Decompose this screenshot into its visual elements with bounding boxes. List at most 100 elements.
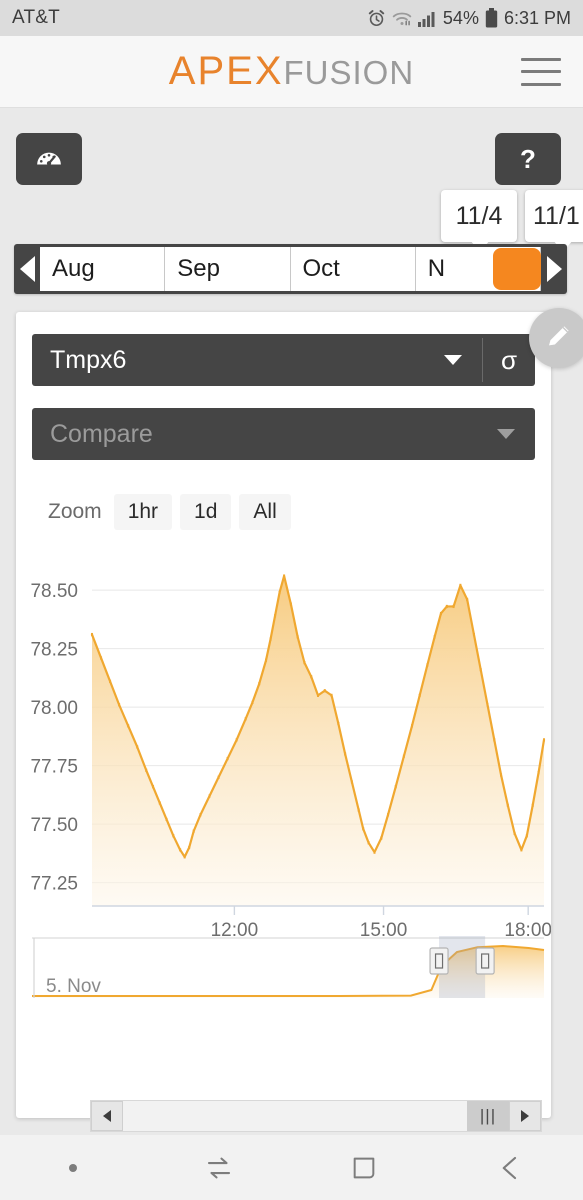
date-badge[interactable]: 11/4 <box>441 190 517 242</box>
compare-select-placeholder: Compare <box>50 419 153 448</box>
data-point <box>192 829 195 833</box>
data-point <box>337 721 340 726</box>
zoom-label: Zoom <box>48 500 102 523</box>
data-point <box>296 635 299 639</box>
month-range-handle[interactable] <box>493 248 541 290</box>
brand-secondary-label: FUSION <box>283 54 415 91</box>
month-next-button[interactable] <box>541 244 567 294</box>
data-point <box>158 801 161 805</box>
data-point <box>226 756 229 761</box>
data-point <box>439 611 442 616</box>
android-status-bar: AT&T 54% 6:31 PM <box>0 0 583 36</box>
data-point <box>91 632 93 637</box>
data-point <box>100 656 103 660</box>
compare-select[interactable]: Compare <box>32 408 535 460</box>
zoom-controls: Zoom 1hr 1d All <box>48 494 551 530</box>
data-point <box>283 574 286 578</box>
data-point <box>486 703 489 707</box>
data-point <box>506 803 509 807</box>
data-point <box>118 703 121 707</box>
hamburger-icon[interactable] <box>521 57 561 86</box>
recents-icon[interactable] <box>146 1153 292 1183</box>
month-range-selector: Aug Sep Oct N <box>14 244 567 294</box>
data-point <box>251 700 254 705</box>
edit-fab-button[interactable] <box>529 308 583 368</box>
data-point <box>136 745 139 749</box>
data-point <box>244 717 247 721</box>
date-badge[interactable]: 11/1 <box>525 190 583 242</box>
data-point <box>452 604 455 609</box>
scroll-right-button[interactable] <box>509 1101 541 1131</box>
data-point <box>188 845 191 850</box>
data-point <box>445 604 448 609</box>
arrow-right-icon <box>521 1110 529 1122</box>
data-point <box>433 635 436 639</box>
date-badge-group: 11/4 11/1 <box>0 190 583 252</box>
help-label: ? <box>520 144 536 174</box>
data-point <box>513 831 516 836</box>
data-point <box>344 752 347 756</box>
app-logo: APEX FUSION <box>169 49 414 94</box>
clock-label: 6:31 PM <box>503 7 571 28</box>
data-point <box>362 827 365 831</box>
zoom-button-all[interactable]: All <box>239 494 291 530</box>
y-axis-tick-label: 77.25 <box>30 874 78 895</box>
chevron-down-icon <box>497 429 515 439</box>
dot-icon[interactable] <box>0 1161 146 1175</box>
home-icon[interactable] <box>292 1154 438 1182</box>
scrollbar-thumb[interactable]: ||| <box>467 1101 509 1131</box>
app-header: APEX FUSION <box>0 36 583 108</box>
data-point <box>459 583 462 588</box>
y-axis-tick-label: 78.00 <box>30 698 78 719</box>
data-point <box>152 785 155 789</box>
data-point <box>380 836 383 840</box>
data-point <box>172 834 175 838</box>
month-cell-oct[interactable]: Oct <box>291 247 416 291</box>
data-point <box>479 668 482 672</box>
probe-select[interactable]: Tmpx6 σ <box>32 334 535 386</box>
month-prev-button[interactable] <box>14 244 40 294</box>
month-cell-sep[interactable]: Sep <box>165 247 291 291</box>
signal-icon <box>417 10 437 27</box>
data-point <box>274 614 277 618</box>
data-point <box>323 689 326 693</box>
data-point <box>145 768 148 772</box>
data-point <box>373 850 376 854</box>
data-point <box>418 693 421 697</box>
data-point <box>109 679 112 683</box>
data-point <box>303 661 306 665</box>
chart-area[interactable]: 78.50 78.25 78.00 77.75 77.50 77.25 12:00 15:00… <box>16 546 551 1016</box>
data-point <box>367 841 370 845</box>
data-point <box>543 738 545 742</box>
probe-select-value: Tmpx6 <box>50 345 127 374</box>
data-point <box>531 803 534 807</box>
data-point <box>537 771 540 775</box>
data-point <box>493 738 496 742</box>
data-point <box>289 602 292 606</box>
y-axis-tick-label: 78.25 <box>30 640 78 661</box>
navigator-scrollbar[interactable]: ||| <box>90 1100 542 1132</box>
scrollbar-track[interactable]: ||| <box>123 1101 509 1131</box>
data-point <box>269 637 272 641</box>
pencil-icon <box>544 321 574 356</box>
battery-percent-label: 54% <box>442 7 479 28</box>
y-axis-tick-label: 78.50 <box>30 581 78 602</box>
back-icon[interactable] <box>437 1153 583 1183</box>
scroll-left-button[interactable] <box>91 1101 123 1131</box>
month-track[interactable]: Aug Sep Oct N <box>40 247 541 291</box>
dashboard-button[interactable] <box>16 133 82 185</box>
data-point <box>258 682 261 686</box>
data-point <box>411 724 414 728</box>
sigma-button[interactable]: σ <box>483 345 535 376</box>
month-cell-aug[interactable]: Aug <box>40 247 166 291</box>
help-button[interactable]: ? <box>495 133 561 185</box>
navigator-drag-handle[interactable] <box>475 947 495 975</box>
data-point <box>330 693 333 697</box>
navigator-drag-handle[interactable] <box>429 947 449 975</box>
android-nav-bar <box>0 1135 583 1200</box>
zoom-button-1d[interactable]: 1d <box>180 494 232 530</box>
data-point <box>466 597 469 602</box>
data-point <box>199 813 202 817</box>
zoom-button-1hr[interactable]: 1hr <box>113 494 173 530</box>
temperature-area-chart[interactable]: 78.5078.2578.0077.7577.5077.2512:00 15:00… <box>16 546 551 1016</box>
